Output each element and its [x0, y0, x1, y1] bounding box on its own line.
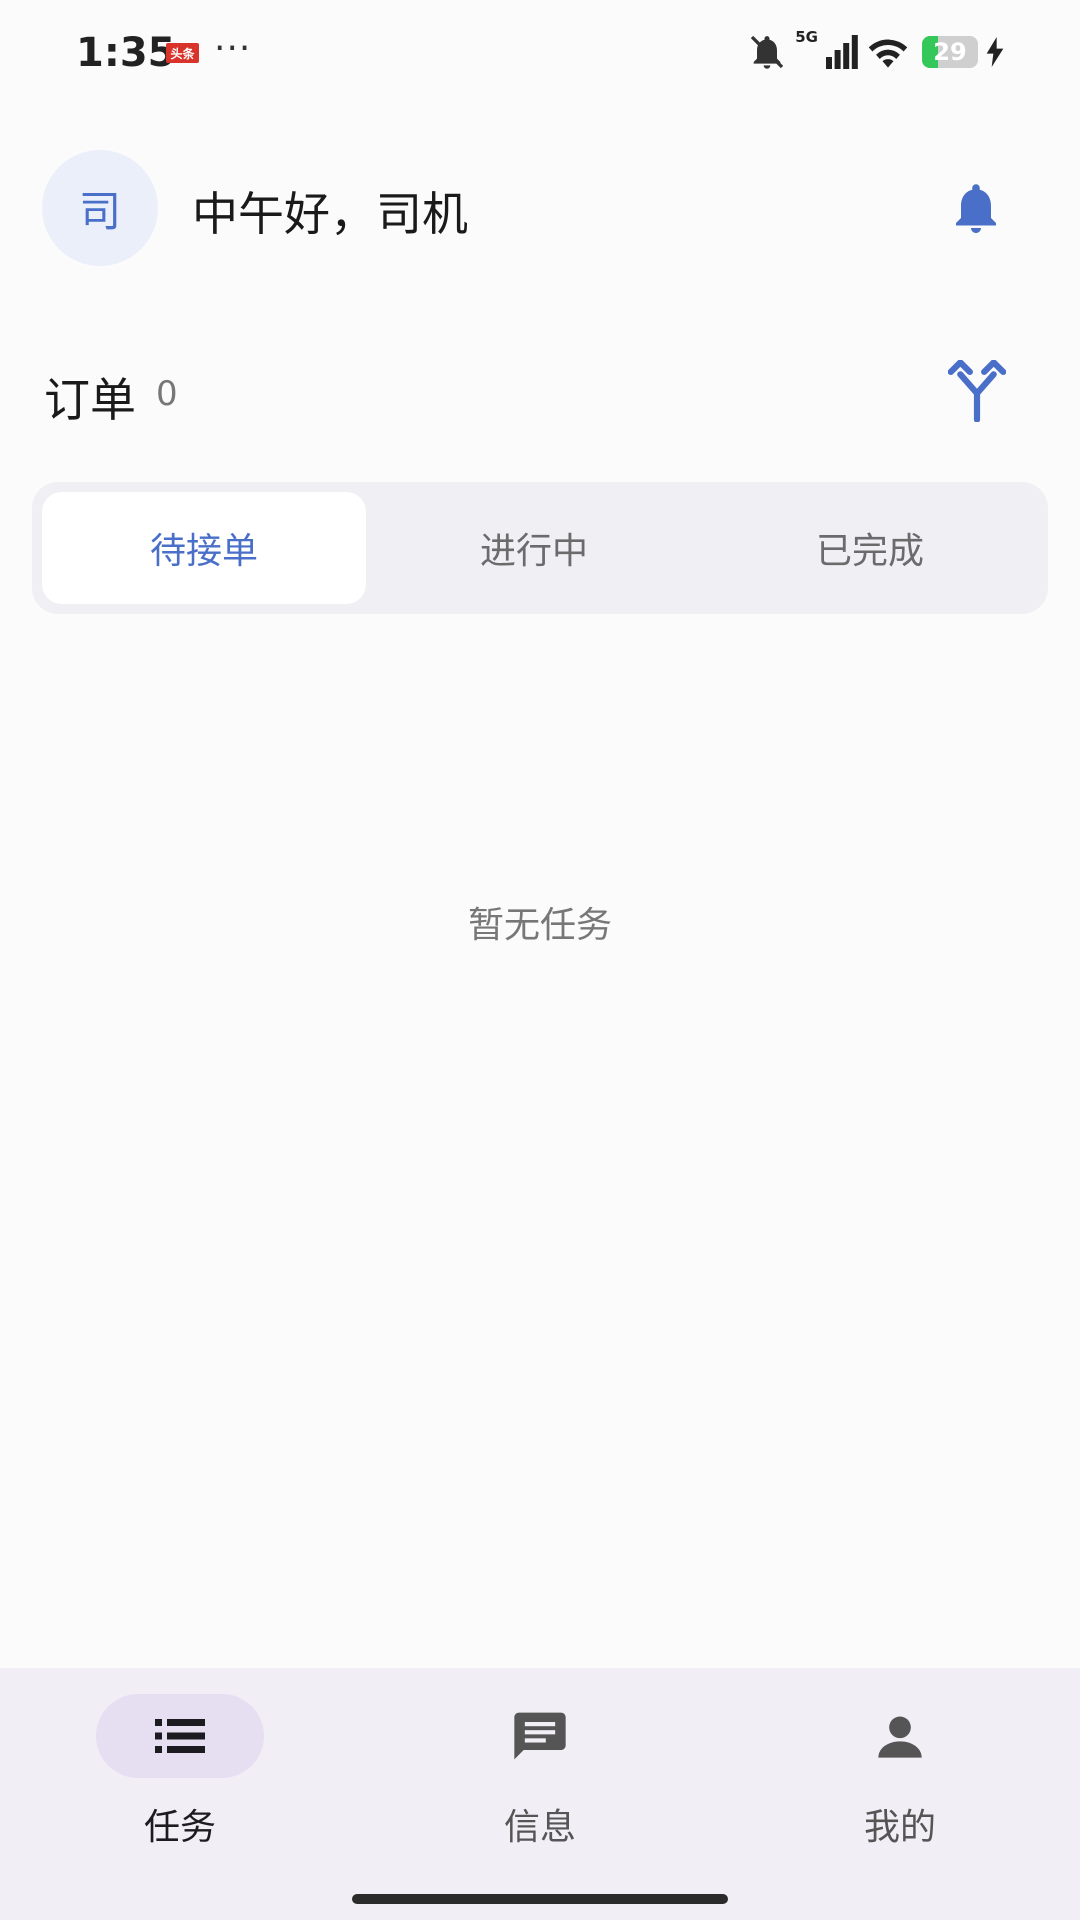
bell-off-icon — [751, 35, 784, 69]
nav-label-profile: 我的 — [863, 1807, 936, 1848]
tab-pending[interactable]: 待接单 — [42, 492, 366, 604]
nav-icon-container — [456, 1694, 624, 1778]
nav-label-messages: 信息 — [503, 1807, 576, 1848]
merge-arrows-icon[interactable] — [948, 360, 1006, 422]
app-screen: 1:35 头条 ··· 5G 29 司 中午好，司机 订单 0 待接单 进行中 … — [0, 0, 1080, 1920]
status-more-icon: ··· — [214, 28, 252, 69]
bottom-navigation: 任务 信息 我的 — [0, 1668, 1080, 1920]
nav-item-messages[interactable]: 信息 — [360, 1668, 720, 1868]
greeting-text: 中午好，司机 — [192, 187, 468, 241]
nav-active-indicator — [96, 1694, 264, 1778]
app-notification-badge: 头条 — [166, 43, 199, 63]
orders-title: 订单 — [44, 373, 136, 427]
nav-item-tasks[interactable]: 任务 — [0, 1668, 360, 1868]
message-icon — [514, 1712, 566, 1760]
home-indicator[interactable] — [352, 1894, 728, 1904]
list-icon — [155, 1719, 205, 1753]
status-bar: 1:35 头条 ··· 5G 29 — [0, 0, 1080, 110]
tab-completed[interactable]: 已完成 — [702, 492, 1038, 604]
bell-icon[interactable] — [946, 178, 1006, 238]
person-icon — [878, 1716, 922, 1758]
order-status-tabs: 待接单 进行中 已完成 — [32, 482, 1048, 614]
status-time: 1:35 — [76, 30, 176, 76]
status-icons: 5G 29 — [747, 28, 1004, 74]
nav-label-tasks: 任务 — [143, 1807, 216, 1848]
signal-icon — [826, 35, 858, 69]
wifi-icon — [868, 39, 908, 68]
battery-icon: 29 — [922, 36, 978, 68]
battery-level: 29 — [933, 38, 967, 66]
avatar-initial: 司 — [78, 186, 121, 236]
tab-in-progress[interactable]: 进行中 — [366, 492, 702, 604]
empty-state-text: 暂无任务 — [467, 905, 612, 946]
nav-icon-container — [816, 1694, 984, 1778]
network-type-label: 5G — [795, 28, 818, 46]
orders-count: 0 — [156, 374, 178, 414]
nav-item-profile[interactable]: 我的 — [720, 1668, 1080, 1868]
charging-bolt-icon — [986, 37, 1004, 67]
avatar[interactable]: 司 — [42, 150, 158, 266]
